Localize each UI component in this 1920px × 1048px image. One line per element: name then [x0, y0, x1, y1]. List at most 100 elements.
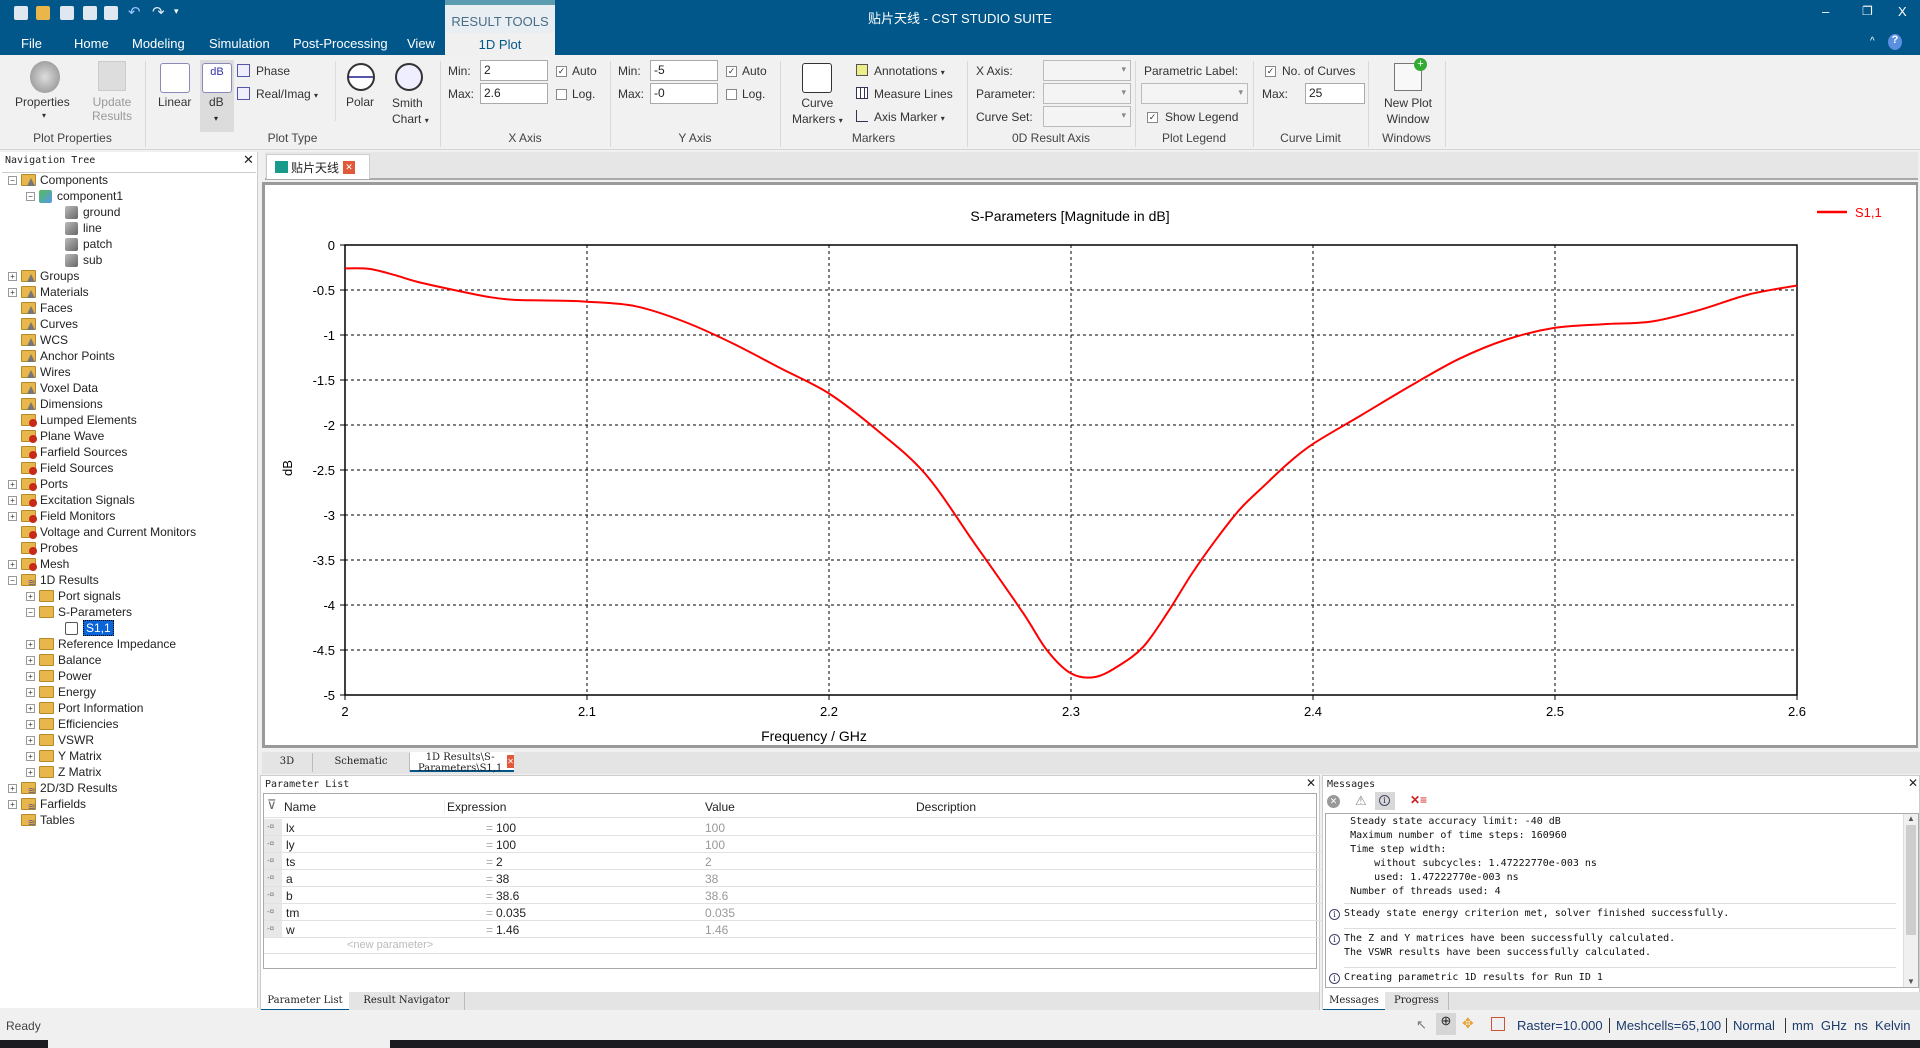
tree-item[interactable]: Voxel Data — [8, 380, 98, 396]
tree-item[interactable]: + Power — [26, 668, 92, 684]
axis-marker-button[interactable]: Axis Marker ▾ — [874, 110, 945, 124]
param-expression[interactable]: 38.6 — [496, 889, 519, 903]
y-log-checkbox[interactable] — [726, 89, 737, 100]
collapse-icon[interactable]: − — [26, 191, 35, 201]
tree-item[interactable]: + Efficiencies — [26, 716, 118, 732]
show-legend-checkbox[interactable]: ✓ — [1147, 112, 1158, 123]
header-description[interactable]: Description — [916, 800, 976, 814]
header-value[interactable]: Value — [705, 800, 735, 814]
scrollbar[interactable]: ▲ ▼ — [1903, 814, 1918, 987]
close-icon[interactable]: ✕ — [1908, 776, 1918, 790]
tree-item[interactable]: Wires — [8, 364, 71, 380]
tree-item[interactable]: +2D/3D Results — [8, 780, 117, 797]
tree-item[interactable]: + Mesh — [8, 556, 69, 572]
x-min-input[interactable]: 2 — [480, 60, 548, 81]
close-tab-icon[interactable]: ✕ — [343, 160, 356, 174]
row-handle-icon[interactable]: -¤ — [264, 836, 282, 852]
tree-item[interactable]: + Balance — [26, 652, 101, 668]
tab-progress[interactable]: Progress — [1385, 992, 1449, 1011]
taskbar-item[interactable] — [48, 1040, 390, 1048]
row-handle-icon[interactable]: -¤ — [264, 904, 282, 920]
tab-schematic[interactable]: Schematic — [312, 753, 410, 772]
collapse-ribbon-icon[interactable]: ^ — [1870, 36, 1875, 47]
properties-button[interactable]: Properties — [15, 95, 70, 109]
tab-home[interactable]: Home — [74, 36, 109, 51]
tree-item[interactable]: + Groups — [8, 268, 79, 284]
collapse-icon[interactable]: − — [26, 607, 35, 617]
tree-item[interactable]: ground — [52, 204, 120, 220]
document-tab[interactable]: 贴片天线 ✕ — [266, 154, 370, 179]
table-row[interactable]: -¤ b = 38.6 38.6 — [264, 887, 1322, 904]
header-expression[interactable]: Expression — [444, 800, 506, 814]
expand-icon[interactable]: + — [8, 271, 17, 281]
y-min-input[interactable]: -5 — [650, 60, 718, 81]
tab-modeling[interactable]: Modeling — [132, 36, 185, 51]
row-handle-icon[interactable]: -¤ — [264, 887, 282, 903]
expand-icon[interactable]: + — [26, 639, 35, 649]
tree-item[interactable]: Voltage and Current Monitors — [8, 524, 196, 540]
param-expression[interactable]: 1.46 — [496, 923, 519, 937]
table-row[interactable]: -¤ w = 1.46 1.46 — [264, 921, 1322, 938]
expand-icon[interactable]: + — [8, 511, 17, 521]
tab-1d-results-s11[interactable]: 1D Results\S-Parameters\S1,1 ✕ — [410, 752, 514, 774]
row-handle-icon[interactable]: -¤ — [264, 853, 282, 869]
x-auto-checkbox[interactable]: ✓ — [556, 66, 567, 77]
param-expression[interactable]: 2 — [496, 855, 503, 869]
polar-button[interactable]: Polar — [346, 95, 374, 109]
tree-item[interactable]: Tables — [8, 812, 75, 829]
legend-label[interactable]: S1,1 — [1855, 205, 1882, 220]
table-row[interactable]: -¤ ts = 2 2 — [264, 853, 1322, 870]
close-button[interactable]: X — [1898, 4, 1907, 19]
tree-item[interactable]: − S-Parameters — [26, 604, 132, 620]
tree-item[interactable]: + Reference Impedance — [26, 636, 176, 652]
tab-file[interactable]: File — [21, 36, 42, 51]
help-icon[interactable]: ? — [1888, 34, 1902, 50]
param-expression[interactable]: 38 — [496, 872, 509, 886]
tree-item[interactable]: Lumped Elements — [8, 412, 137, 428]
tree-item[interactable]: Dimensions — [8, 396, 103, 412]
fit-view-icon[interactable] — [1491, 1017, 1505, 1031]
update-results-button[interactable]: Update Results — [91, 95, 133, 123]
collapse-icon[interactable]: − — [8, 575, 17, 585]
expand-icon[interactable]: + — [26, 671, 35, 681]
row-handle-icon[interactable]: -¤ — [264, 921, 282, 937]
tree-item[interactable]: Farfield Sources — [8, 444, 127, 460]
scrollbar-thumb[interactable] — [1906, 825, 1916, 935]
tree-item[interactable]: + Port signals — [26, 588, 121, 604]
expand-icon[interactable]: + — [26, 591, 35, 601]
annotations-button[interactable]: Annotations ▾ — [874, 64, 945, 78]
od-parameter-dropdown[interactable] — [1043, 83, 1131, 104]
tab-3d[interactable]: 3D — [262, 753, 312, 772]
tree-item[interactable]: S1,1 — [52, 620, 114, 636]
new-plot-window-button[interactable]: New Plot Window — [1381, 95, 1435, 127]
tab-simulation[interactable]: Simulation — [209, 36, 270, 51]
tab-result-navigator[interactable]: Result Navigator — [349, 992, 465, 1011]
table-row[interactable]: -¤ a = 38 38 — [264, 870, 1322, 887]
curve-markers-button[interactable]: Curve Markers ▾ — [792, 95, 843, 129]
param-name[interactable]: tm — [286, 906, 299, 920]
properties-dropdown-icon[interactable]: ▾ — [42, 111, 46, 120]
param-name[interactable]: lx — [286, 821, 295, 835]
expand-icon[interactable]: + — [26, 655, 35, 665]
tree-item[interactable]: + Energy — [26, 684, 96, 700]
smith-chart-button[interactable]: Smith Chart ▾ — [392, 95, 429, 129]
y-max-input[interactable]: -0 — [650, 83, 718, 104]
measure-lines-button[interactable]: Measure Lines — [874, 87, 953, 101]
errors-filter-icon[interactable]: ✕ — [1327, 795, 1340, 808]
pointer-tool-icon[interactable]: ↖ — [1416, 1017, 1427, 1033]
tab-post-processing[interactable]: Post-Processing — [293, 36, 388, 51]
tree-item[interactable]: Field Sources — [8, 460, 113, 476]
close-icon[interactable]: ✕ — [243, 152, 254, 168]
expand-icon[interactable]: + — [26, 767, 35, 777]
header-name[interactable]: Name — [284, 800, 316, 814]
tree-item[interactable]: Probes — [8, 540, 78, 556]
new-parameter-row[interactable]: <new parameter> — [264, 937, 1316, 954]
warnings-filter-icon[interactable]: ⚠ — [1355, 793, 1367, 809]
tree-item[interactable]: Faces — [8, 300, 73, 316]
phase-button[interactable]: Phase — [256, 64, 290, 78]
parametric-label-dropdown[interactable] — [1141, 83, 1248, 104]
filter-icon[interactable]: ⊽ — [267, 797, 277, 813]
od-x-axis-dropdown[interactable] — [1043, 60, 1131, 81]
tree-item[interactable]: patch — [52, 236, 112, 252]
info-filter-button[interactable]: i — [1375, 792, 1395, 810]
